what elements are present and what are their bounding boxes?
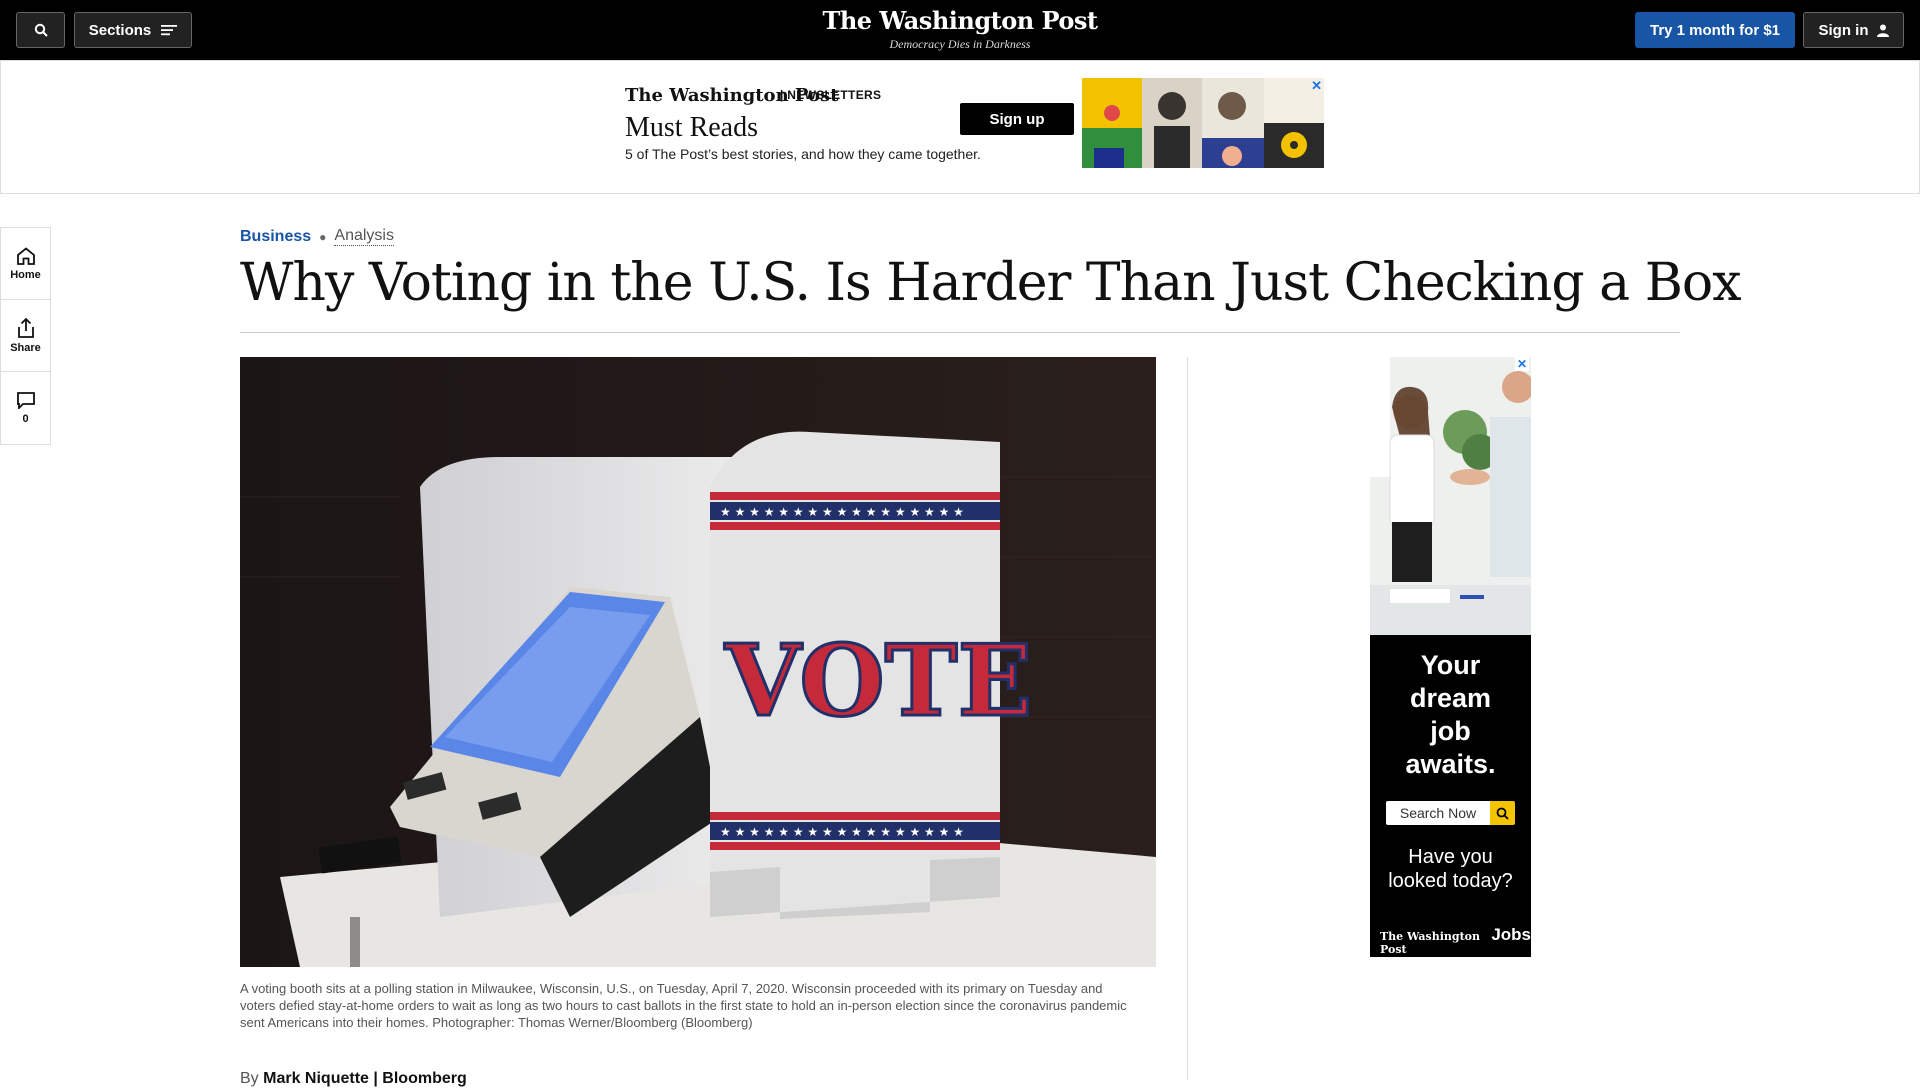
home-label: Home — [10, 268, 41, 281]
jobs-ad-headline: Your dream job awaits. — [1405, 650, 1496, 779]
top-nav: Sections The Washington Post Democracy D… — [0, 0, 1920, 60]
share-label: Share — [10, 341, 41, 354]
byline-prefix: By — [240, 1070, 259, 1087]
booth-vote-text: VOTE — [724, 624, 1032, 739]
section-link[interactable]: Business — [240, 228, 311, 246]
jobs-ad-brand: The Washington Post Jobs — [1380, 925, 1531, 956]
ad-close-icon[interactable]: ✕ — [1515, 357, 1529, 371]
svg-text:★ ★ ★ ★ ★ ★ ★ ★ ★ ★ ★ ★ ★ ★ ★: ★ ★ ★ ★ ★ ★ ★ ★ ★ ★ ★ ★ ★ ★ ★ ★ ★ — [720, 505, 964, 519]
ad-description: 5 of The Post’s best stories, and how th… — [625, 146, 981, 162]
share-button[interactable]: Share — [1, 300, 50, 372]
jobs-ad-photo — [1370, 357, 1531, 635]
menu-icon — [161, 25, 178, 36]
home-icon — [16, 246, 35, 265]
article-kicker: Business ● Analysis — [240, 227, 394, 246]
search-button[interactable] — [16, 12, 65, 48]
site-logo: The Washington Post — [822, 6, 1098, 35]
header-divider — [240, 332, 1680, 333]
subscribe-button[interactable]: Try 1 month for $1 — [1635, 12, 1795, 48]
left-rail: Home Share 0 — [0, 227, 51, 445]
photo-caption: A voting booth sits at a polling station… — [240, 981, 1127, 1030]
ad-signup-button[interactable]: Sign up — [960, 103, 1074, 135]
ad-newsletters-tag: | NEWSLETTERS — [780, 88, 882, 102]
comments-count: 0 — [22, 413, 29, 425]
home-button[interactable]: Home — [1, 228, 50, 300]
byline-author[interactable]: Mark Niquette | Bloomberg — [263, 1070, 467, 1087]
sections-button[interactable]: Sections — [74, 12, 192, 48]
jobs-ad-logo: The Washington Post — [1380, 930, 1481, 956]
svg-text:★ ★ ★ ★ ★ ★ ★ ★ ★ ★ ★ ★ ★ ★ ★: ★ ★ ★ ★ ★ ★ ★ ★ ★ ★ ★ ★ ★ ★ ★ ★ ★ — [720, 825, 964, 839]
site-slogan: Democracy Dies in Darkness — [889, 37, 1031, 51]
masthead[interactable]: The Washington Post Democracy Dies in Da… — [760, 6, 1160, 52]
sign-in-button[interactable]: Sign in — [1803, 12, 1904, 48]
jobs-search-button[interactable] — [1490, 801, 1515, 825]
user-icon — [1876, 24, 1889, 37]
column-divider — [1187, 357, 1188, 1080]
newsletter-ad[interactable]: The Washington Post | NEWSLETTERS Must R… — [610, 78, 1324, 168]
search-icon — [34, 23, 48, 37]
sections-label: Sections — [88, 21, 152, 39]
article-headline: Why Voting in the U.S. Is Harder Than Ju… — [240, 253, 1742, 313]
jobs-search-input[interactable]: Search Now — [1386, 801, 1490, 825]
sign-in-label: Sign in — [1818, 21, 1869, 39]
jobs-ad[interactable]: ✕ Your dream job awaits. Search Now Have… — [1370, 357, 1531, 957]
jobs-ad-subtext: Have you looked today? — [1388, 846, 1513, 892]
jobs-ad-jobs-label: Jobs — [1491, 925, 1531, 944]
ad-title: Must Reads — [625, 112, 758, 143]
ad-collage-image[interactable]: ✕ — [1082, 78, 1324, 168]
byline: By Mark Niquette | Bloomberg — [240, 1070, 467, 1088]
article-photo[interactable]: ★ ★ ★ ★ ★ ★ ★ ★ ★ ★ ★ ★ ★ ★ ★ ★ ★ VOTE ★… — [240, 357, 1156, 967]
ad-close-icon[interactable]: ✕ — [1311, 78, 1322, 94]
share-icon — [17, 317, 34, 338]
comments-button[interactable]: 0 — [1, 372, 50, 444]
search-icon — [1496, 807, 1509, 820]
analysis-label[interactable]: Analysis — [334, 227, 394, 246]
comment-icon — [16, 392, 35, 409]
kicker-separator: ● — [319, 229, 327, 244]
